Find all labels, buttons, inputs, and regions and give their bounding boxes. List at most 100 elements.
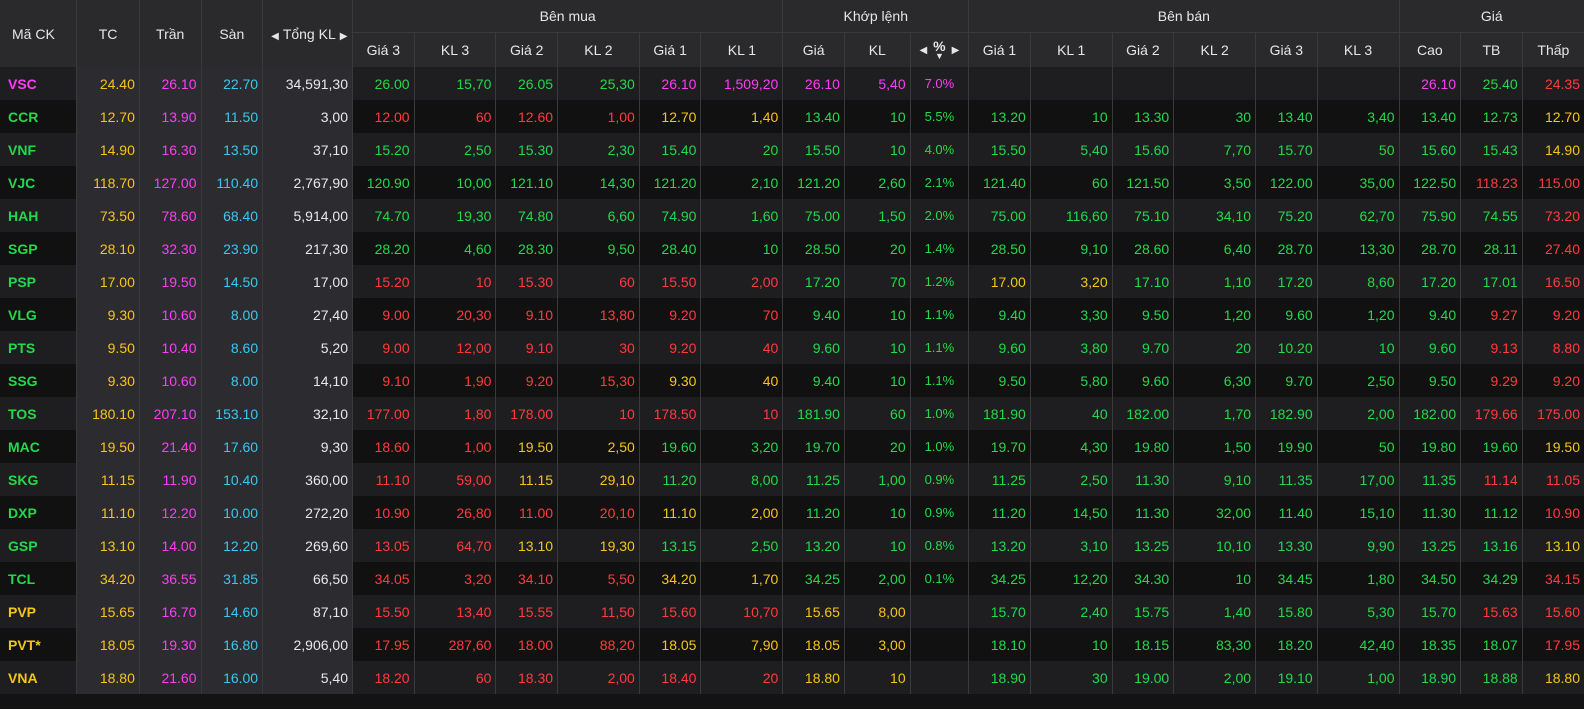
table-row[interactable]: SGP 28.10 32.30 23.90 217,30 28.20 4,60 28.30 9,…: [0, 232, 1584, 265]
table-row[interactable]: TCL 34.20 36.55 31.85 66,50 34.05 3,20 34.10 5,5…: [0, 562, 1584, 595]
cell-symbol[interactable]: PVT*: [0, 628, 78, 661]
table-row[interactable]: PTS 9.50 10.40 8.60 5,20 9.00 12,00 9.10 30 9.20 4…: [0, 331, 1584, 364]
cell-bid-vol-2: 20,10: [557, 496, 640, 529]
arrow-right-icon[interactable]: ▶: [952, 45, 960, 56]
table-row[interactable]: PVP 15.65 16.70 14.60 87,10 15.50 13,40 15.55 11…: [0, 595, 1584, 628]
header-ceil[interactable]: Trần: [139, 0, 202, 67]
cell-ask-vol-3: 2,00: [1317, 397, 1400, 430]
cell-ask-price-3: 13.40: [1255, 100, 1318, 133]
cell-bid-price-3: 9.10: [352, 364, 415, 397]
cell-ask-vol-1: 3,80: [1030, 331, 1113, 364]
cell-match-price: 75.00: [782, 199, 845, 232]
cell-symbol[interactable]: MAC: [0, 430, 78, 463]
header-bid-col[interactable]: Giá 3: [352, 31, 415, 67]
header-match-percent[interactable]: ◀% ▼ ▶: [910, 31, 970, 67]
header-floor[interactable]: Sàn: [201, 0, 264, 67]
header-price-high[interactable]: Cao: [1399, 31, 1462, 67]
cell-symbol[interactable]: SSG: [0, 364, 78, 397]
cell-symbol[interactable]: HAH: [0, 199, 78, 232]
cell-bid-vol-2: 14,30: [557, 166, 640, 199]
cell-match-price: 13.40: [782, 100, 845, 133]
cell-bid-price-3: 9.00: [352, 298, 415, 331]
table-row[interactable]: SSG 9.30 10.60 8.00 14,10 9.10 1,90 9.20 15,30 9.…: [0, 364, 1584, 397]
cell-symbol[interactable]: PSP: [0, 265, 78, 298]
table-row[interactable]: HAH 73.50 78.60 68.40 5,914,00 74.70 19,30 74.8…: [0, 199, 1584, 232]
table-row[interactable]: DXP 11.10 12.20 10.00 272,20 10.90 26,80 11.00 2…: [0, 496, 1584, 529]
cell-match-price: 15.65: [782, 595, 845, 628]
cell-low: 12.70: [1522, 100, 1584, 133]
cell-symbol[interactable]: VJC: [0, 166, 78, 199]
table-row[interactable]: MAC 19.50 21.40 17.60 9,30 18.60 1,00 19.50 2,50…: [0, 430, 1584, 463]
table-row[interactable]: PVT* 18.05 19.30 16.80 2,906,00 17.95 287,60 18…: [0, 628, 1584, 661]
cell-low: 13.10: [1522, 529, 1584, 562]
table-row[interactable]: CCR 12.70 13.90 11.50 3,00 12.00 60 12.60 1,00 12…: [0, 100, 1584, 133]
table-row[interactable]: VNF 14.90 16.30 13.50 37,10 15.20 2,50 15.30 2,3…: [0, 133, 1584, 166]
header-bid-col[interactable]: KL 3: [414, 31, 497, 67]
header-ref[interactable]: TC: [76, 0, 140, 67]
cell-symbol[interactable]: DXP: [0, 496, 78, 529]
cell-bid-vol-3: 20,30: [414, 298, 497, 331]
table-row[interactable]: VJC 118.70 127.00 110.40 2,767,90 120.90 10,00…: [0, 166, 1584, 199]
cell-match-percent: 1.4%: [910, 232, 970, 265]
sort-down-icon[interactable]: ▼: [933, 51, 945, 60]
cell-symbol[interactable]: VNA: [0, 661, 78, 694]
header-price-avg[interactable]: TB: [1460, 31, 1523, 67]
cell-high: 75.90: [1399, 199, 1462, 232]
table-row[interactable]: GSP 13.10 14.00 12.20 269,60 13.05 64,70 13.10 1…: [0, 529, 1584, 562]
cell-symbol[interactable]: VNF: [0, 133, 78, 166]
cell-bid-price-3: 9.00: [352, 331, 415, 364]
arrow-left-icon[interactable]: ◀: [919, 45, 927, 56]
cell-symbol[interactable]: PVP: [0, 595, 78, 628]
header-ask-col[interactable]: Giá 2: [1112, 31, 1175, 67]
table-row[interactable]: SKG 11.15 11.90 10.40 360,00 11.10 59,00 11.15 2…: [0, 463, 1584, 496]
cell-low: 73.20: [1522, 199, 1584, 232]
board-header: Mã CK TC Trần Sàn ◀ Tổng KL ▶ Bên mua Khớp…: [0, 0, 1584, 67]
cell-symbol[interactable]: TOS: [0, 397, 78, 430]
header-bid-col[interactable]: KL 2: [557, 31, 640, 67]
cell-symbol[interactable]: VSC: [0, 67, 78, 100]
arrow-left-icon[interactable]: ◀: [271, 31, 279, 42]
cell-symbol[interactable]: SKG: [0, 463, 78, 496]
cell-ask-price-2: 18.15: [1112, 628, 1175, 661]
cell-ask-price-1: 11.20: [968, 496, 1031, 529]
cell-bid-vol-1: 40: [700, 364, 784, 397]
header-bid-col[interactable]: KL 1: [700, 31, 784, 67]
cell-match-price: 19.70: [782, 430, 845, 463]
arrow-right-icon[interactable]: ▶: [340, 31, 348, 42]
cell-bid-price-1: 9.20: [639, 331, 702, 364]
cell-symbol[interactable]: PTS: [0, 331, 78, 364]
cell-symbol[interactable]: VLG: [0, 298, 78, 331]
header-ask-col[interactable]: Giá 1: [968, 31, 1031, 67]
header-ask-col[interactable]: Giá 3: [1255, 31, 1318, 67]
cell-ask-vol-3: 10: [1317, 331, 1400, 364]
header-bid-col[interactable]: Giá 1: [639, 31, 702, 67]
cell-match-percent: 2.1%: [910, 166, 970, 199]
cell-ask-price-1: 19.70: [968, 430, 1031, 463]
header-price-low[interactable]: Thấp: [1522, 31, 1584, 67]
cell-match-percent: 2.0%: [910, 199, 970, 232]
table-row[interactable]: VNA 18.80 21.60 16.00 5,40 18.20 60 18.30 2,00 18…: [0, 661, 1584, 694]
cell-match-volume: 10: [844, 133, 911, 166]
header-bid-col[interactable]: Giá 2: [495, 31, 559, 67]
cell-symbol[interactable]: GSP: [0, 529, 78, 562]
cell-match-percent: 1.1%: [910, 331, 970, 364]
header-symbol[interactable]: Mã CK: [0, 0, 78, 67]
cell-symbol[interactable]: SGP: [0, 232, 78, 265]
header-match-volume[interactable]: KL: [844, 31, 911, 67]
table-row[interactable]: PSP 17.00 19.50 14.50 17,00 15.20 10 15.30 60 15.…: [0, 265, 1584, 298]
cell-symbol[interactable]: CCR: [0, 100, 78, 133]
cell-symbol[interactable]: TCL: [0, 562, 78, 595]
header-ask-col[interactable]: KL 2: [1173, 31, 1257, 67]
table-row[interactable]: VSC 24.40 26.10 22.70 34,591,30 26.00 15,70 26.…: [0, 67, 1584, 100]
header-ask-col[interactable]: KL 1: [1030, 31, 1113, 67]
table-row[interactable]: VLG 9.30 10.60 8.00 27,40 9.00 20,30 9.10 13,80 9…: [0, 298, 1584, 331]
table-row[interactable]: TOS 180.10 207.10 153.10 32,10 177.00 1,80 178.…: [0, 397, 1584, 430]
header-match-price[interactable]: Giá: [782, 31, 845, 67]
cell-floor: 12.20: [201, 529, 264, 562]
cell-ask-vol-3: 50: [1317, 430, 1400, 463]
header-ask-col[interactable]: KL 3: [1317, 31, 1400, 67]
cell-ceil: 11.90: [139, 463, 202, 496]
cell-match-volume: 2,60: [844, 166, 911, 199]
cell-ask-vol-3: 13,30: [1317, 232, 1400, 265]
header-total-volume[interactable]: ◀ Tổng KL ▶: [262, 0, 353, 67]
